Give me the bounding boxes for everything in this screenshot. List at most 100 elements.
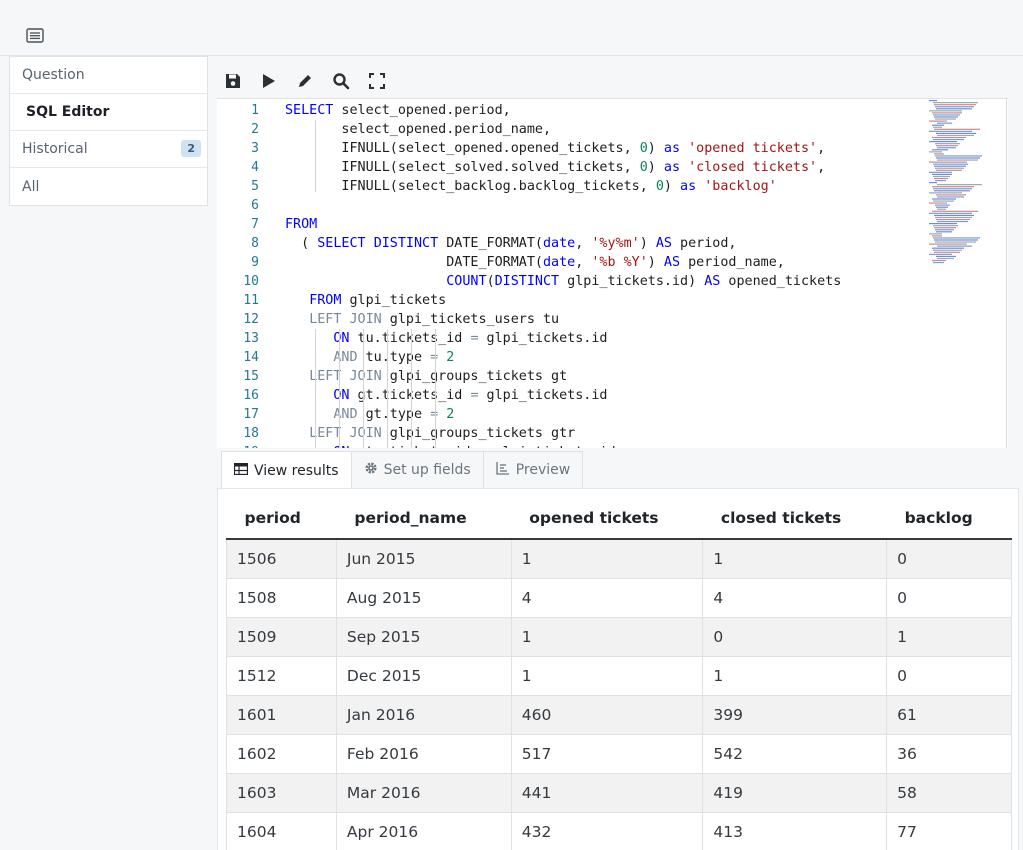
minimap-line xyxy=(933,163,968,165)
list-icon[interactable] xyxy=(26,28,44,44)
code-line[interactable]: 10 COUNT(DISTINCT glpi_tickets.id) AS op… xyxy=(217,272,917,291)
minimap-line xyxy=(929,171,952,173)
sidebar-item-label: Question xyxy=(22,67,85,83)
minimap-line xyxy=(933,102,978,104)
minimap-line xyxy=(929,100,937,102)
search-icon[interactable] xyxy=(330,70,352,92)
line-number: 16 xyxy=(243,388,259,403)
table-cell: 1512 xyxy=(226,655,337,696)
tab-set-up-fields[interactable]: Set up fields xyxy=(350,451,484,488)
column-header[interactable]: backlog xyxy=(886,497,1012,540)
minimap-line xyxy=(934,177,948,180)
chart-icon xyxy=(496,461,510,479)
minimap-line xyxy=(936,108,972,110)
code-line[interactable]: 11 FROM glpi_tickets xyxy=(217,291,917,310)
code-text: IFNULL(select_backlog.backlog_tickets, 0… xyxy=(285,179,777,194)
sidebar-item-label: All xyxy=(22,178,40,195)
minimap-line xyxy=(937,122,952,124)
code-line[interactable]: 2 select_opened.period_name, xyxy=(217,120,917,139)
code-text: ON gtr.tickets_id = glpi_tickets.id xyxy=(285,443,615,448)
table-cell: 58 xyxy=(886,772,1012,813)
minimap-line xyxy=(932,186,974,188)
sidebar-item-question[interactable]: Question xyxy=(10,57,207,94)
indent-guide xyxy=(315,120,316,192)
pencil-icon[interactable] xyxy=(294,70,316,92)
code-text: ( SELECT DISTINCT DATE_FORMAT(date, '%y%… xyxy=(285,236,737,251)
column-header[interactable]: period xyxy=(226,497,337,540)
code-line[interactable]: 9 DATE_FORMAT(date, '%b %Y') AS period_n… xyxy=(217,253,917,272)
save-icon[interactable] xyxy=(222,70,244,92)
minimap-line xyxy=(933,225,958,227)
sidebar-item-sql-editor[interactable]: SQL Editor xyxy=(10,94,207,131)
code-text: LEFT JOIN glpi_groups_tickets gt xyxy=(309,369,568,384)
code-line[interactable]: 4 IFNULL(select_solved.solved_tickets, 0… xyxy=(217,158,917,177)
minimap-line xyxy=(933,188,972,190)
code-line[interactable]: 6 xyxy=(217,196,917,215)
minimap-line xyxy=(933,249,962,251)
sidebar-item-all[interactable]: All xyxy=(10,168,207,205)
code-text: DATE_FORMAT(date, '%b %Y') AS period_nam… xyxy=(285,255,785,270)
code-line[interactable]: 7 FROM xyxy=(217,215,917,234)
column-header[interactable]: period_name xyxy=(336,497,512,540)
editor-minimap[interactable] xyxy=(929,99,1007,269)
sidebar-item-label: SQL Editor xyxy=(26,104,110,120)
indent-guide xyxy=(363,329,364,448)
table-cell: 542 xyxy=(702,733,888,774)
table-cell: 441 xyxy=(510,772,704,813)
minimap-line xyxy=(935,204,950,206)
code-line[interactable]: 8 ( SELECT DISTINCT DATE_FORMAT(date, '%… xyxy=(217,234,917,253)
minimap-line xyxy=(932,124,944,126)
table-cell: 1 xyxy=(510,655,704,696)
code-line[interactable]: 12 LEFT JOIN glpi_tickets_users tu xyxy=(217,310,917,329)
table-row: 1604 Apr 2016 432 413 77 xyxy=(226,811,1012,850)
code-line[interactable]: 19 ON gtr.tickets_id = glpi_tickets.id xyxy=(217,443,917,448)
minimap-line xyxy=(936,206,948,208)
line-number: 11 xyxy=(243,293,259,308)
line-number: 10 xyxy=(243,274,259,289)
table-row: 1508 Aug 2015 4 4 0 xyxy=(226,577,1012,618)
minimap-line xyxy=(929,233,942,235)
code-text: IFNULL(select_opened.opened_tickets, 0) … xyxy=(285,141,826,156)
minimap-line xyxy=(936,132,976,134)
minimap-line xyxy=(929,212,972,214)
code-line[interactable]: 5 IFNULL(select_backlog.backlog_tickets,… xyxy=(217,177,917,196)
code-text: select_opened.period_name, xyxy=(285,122,552,137)
minimap-line xyxy=(933,175,950,178)
sql-editor[interactable]: 1 SELECT select_opened.period, 2 select_op… xyxy=(217,98,1008,448)
tab-view-results[interactable]: View results xyxy=(221,451,352,489)
minimap-line xyxy=(932,247,964,249)
code-line[interactable]: 17 AND gt.type = 2 xyxy=(217,405,917,424)
minimap-line xyxy=(934,104,976,106)
code-line[interactable]: 15 LEFT JOIN glpi_groups_tickets gt xyxy=(217,367,917,386)
editor-scrollbar[interactable] xyxy=(1006,98,1007,448)
column-header[interactable]: opened tickets xyxy=(511,497,703,540)
code-text: LEFT JOIN glpi_groups_tickets gtr xyxy=(309,426,576,441)
minimap-line xyxy=(936,169,962,171)
code-line[interactable]: 14 AND tu.type = 2 xyxy=(217,348,917,367)
table-row: 1506 Jun 2015 1 1 0 xyxy=(226,538,1012,579)
code-line[interactable]: 16 ON gt.tickets_id = glpi_tickets.id xyxy=(217,386,917,405)
minimap-line xyxy=(929,182,937,184)
table-row: 1509 Sep 2015 1 0 1 xyxy=(226,616,1012,657)
sidebar-item-historical[interactable]: Historical 2 xyxy=(10,131,207,168)
code-line[interactable]: 1 SELECT select_opened.period, xyxy=(217,101,917,120)
table-row: 1603 Mar 2016 441 419 58 xyxy=(226,772,1012,813)
table-cell: 36 xyxy=(886,733,1012,774)
table-cell: 1 xyxy=(510,538,704,579)
table-cell: 4 xyxy=(510,577,704,618)
code-line[interactable]: 13 ON tu.tickets_id = glpi_tickets.id xyxy=(217,329,917,348)
minimap-line xyxy=(933,138,964,141)
expand-icon[interactable] xyxy=(366,70,388,92)
result-tabs: View results Set up fields Preview xyxy=(221,451,584,489)
column-header[interactable]: closed tickets xyxy=(702,497,887,540)
play-icon[interactable] xyxy=(258,70,280,92)
tab-preview[interactable]: Preview xyxy=(482,451,584,488)
code-line[interactable]: 3 IFNULL(select_opened.opened_tickets, 0… xyxy=(217,139,917,158)
minimap-line xyxy=(935,167,964,169)
code-text: IFNULL(select_solved.solved_tickets, 0) … xyxy=(285,160,826,175)
line-number: 5 xyxy=(251,179,259,194)
code-text: AND tu.type = 2 xyxy=(333,350,455,365)
line-number: 3 xyxy=(251,141,259,156)
code-line[interactable]: 18 LEFT JOIN glpi_groups_tickets gtr xyxy=(217,424,917,443)
minimap-line xyxy=(937,147,956,149)
